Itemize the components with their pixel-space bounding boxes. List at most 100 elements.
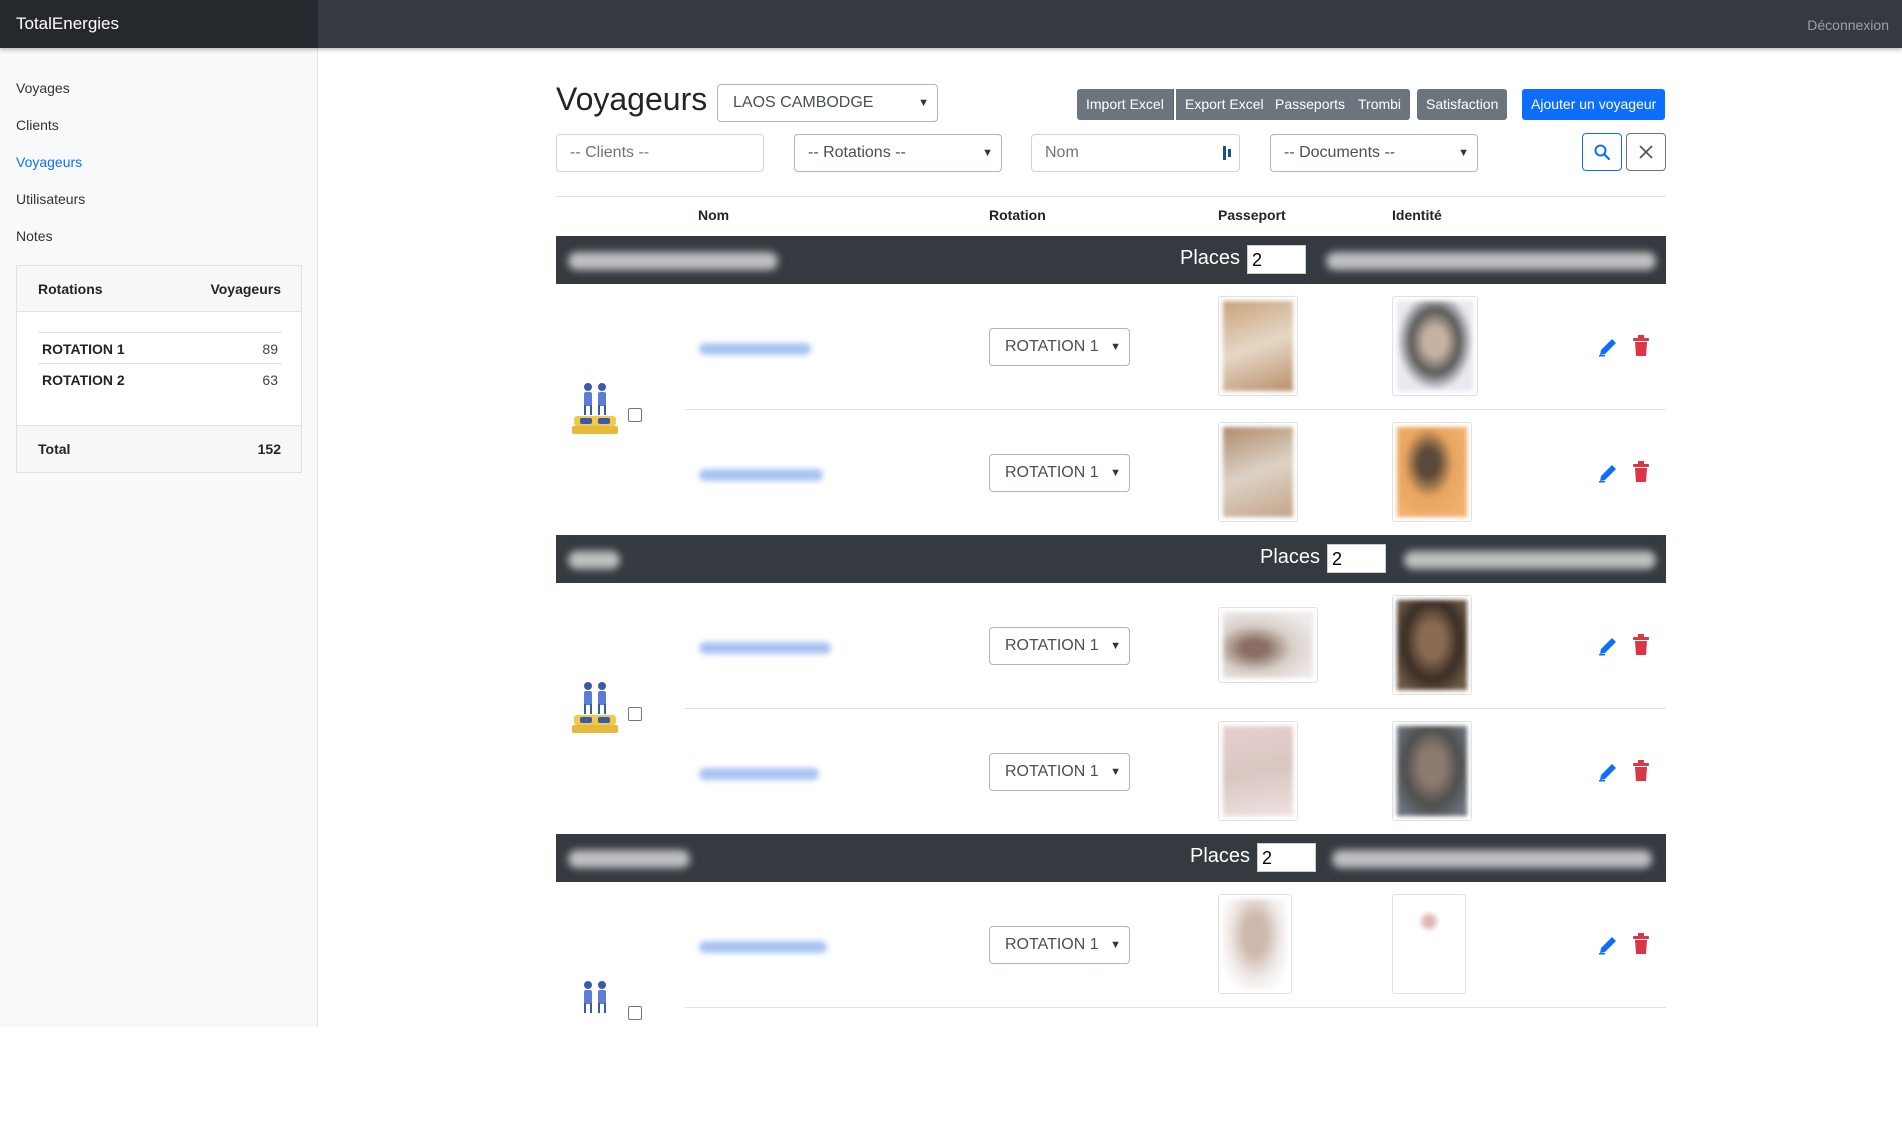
logout-link[interactable]: Déconnexion (1807, 0, 1889, 50)
room-icon (584, 981, 606, 1013)
trip-select-value: LAOS CAMBODGE (733, 94, 874, 111)
name-filter-input[interactable]: Nom (1031, 134, 1240, 172)
identity-photo[interactable] (1392, 595, 1472, 695)
col-identite: Identité (1392, 207, 1442, 223)
stats-col-rotations: Rotations (38, 281, 103, 297)
trash-icon[interactable] (1632, 760, 1650, 782)
places-input[interactable]: 2 (1327, 544, 1386, 573)
table-row[interactable] (685, 1007, 1666, 1132)
group-header: Places 2 (556, 535, 1666, 583)
passport-image (1223, 612, 1313, 678)
passport-image (1223, 427, 1293, 517)
group-header: Places 2 (556, 236, 1666, 284)
passport-image (1223, 726, 1293, 816)
edit-icon[interactable] (1597, 336, 1619, 358)
rotation-select[interactable]: ROTATION 1 ▼ (989, 926, 1130, 964)
stats-row: ROTATION 1 89 (38, 332, 282, 363)
satisfaction-button[interactable]: Satisfaction (1417, 89, 1508, 120)
traveller-name-link[interactable] (699, 642, 831, 654)
identity-image (1397, 726, 1467, 816)
identity-photo[interactable] (1392, 894, 1466, 994)
room-icon (572, 383, 618, 434)
rotations-stats-card: Rotations Voyageurs ROTATION 1 89 ROTATI… (16, 265, 302, 473)
identity-photo[interactable] (1392, 422, 1472, 522)
rotation-select[interactable]: ROTATION 1 ▼ (989, 627, 1130, 665)
passport-thumbnail[interactable] (1218, 607, 1318, 683)
rotation-select-value: ROTATION 1 (1005, 637, 1099, 654)
places-label: Places (1190, 845, 1251, 867)
passport-thumbnail[interactable] (1218, 721, 1298, 821)
stats-row: ROTATION 2 63 (38, 363, 282, 394)
identity-image (1397, 301, 1473, 391)
trip-select[interactable]: LAOS CAMBODGE ▼ (717, 84, 938, 122)
places-input[interactable]: 2 (1257, 843, 1316, 872)
traveller-name-link[interactable] (699, 941, 827, 953)
col-nom: Nom (698, 207, 730, 223)
identity-photo[interactable] (1392, 721, 1472, 821)
traveller-name-link[interactable] (699, 343, 811, 355)
rotation-select-value: ROTATION 1 (1005, 936, 1099, 953)
rotation-select[interactable]: ROTATION 1 ▼ (989, 454, 1130, 492)
sidebar-item-voyages[interactable]: Voyages (16, 70, 85, 107)
passport-thumbnail[interactable] (1218, 422, 1298, 522)
room-icon (572, 682, 618, 733)
clients-filter-input[interactable]: -- Clients -- (556, 134, 764, 172)
trash-icon[interactable] (1632, 634, 1650, 656)
chevron-down-icon: ▼ (918, 97, 929, 109)
rotations-filter-select[interactable]: -- Rotations -- ▼ (794, 134, 1002, 172)
trash-icon[interactable] (1632, 335, 1650, 357)
stats-row-value: 63 (262, 372, 278, 388)
chevron-down-icon: ▼ (1110, 341, 1121, 353)
chevron-down-icon: ▼ (1458, 147, 1469, 159)
rotation-select[interactable]: ROTATION 1 ▼ (989, 753, 1130, 791)
sidebar-item-notes[interactable]: Notes (16, 218, 85, 255)
group-checkbox[interactable] (628, 408, 642, 422)
documents-filter-select[interactable]: -- Documents -- ▼ (1270, 134, 1478, 172)
stats-row-name: ROTATION 2 (42, 372, 125, 388)
identity-photo[interactable] (1392, 296, 1478, 396)
stats-footer: Total 152 (17, 426, 301, 472)
trash-icon[interactable] (1632, 461, 1650, 483)
search-button[interactable] (1582, 133, 1622, 171)
passport-thumbnail[interactable] (1218, 894, 1292, 994)
trash-icon[interactable] (1632, 933, 1650, 955)
add-traveller-button[interactable]: Ajouter un voyageur (1522, 89, 1666, 120)
sidebar-nav: Voyages Clients Voyageurs Utilisateurs N… (16, 70, 85, 255)
sidebar-item-utilisateurs[interactable]: Utilisateurs (16, 181, 85, 218)
group-checkbox[interactable] (628, 1006, 642, 1020)
places-input[interactable]: 2 (1247, 245, 1306, 274)
sidebar: Voyages Clients Voyageurs Utilisateurs N… (0, 48, 318, 1027)
traveller-name-link[interactable] (699, 768, 819, 780)
chevron-down-icon: ▼ (1110, 640, 1121, 652)
sidebar-item-clients[interactable]: Clients (16, 107, 85, 144)
edit-icon[interactable] (1597, 761, 1619, 783)
clear-filters-button[interactable] (1626, 133, 1666, 171)
rotation-select-value: ROTATION 1 (1005, 464, 1099, 481)
trombi-button[interactable]: Trombi (1349, 89, 1411, 120)
passeports-button[interactable]: Passeports (1266, 89, 1356, 120)
passport-thumbnail[interactable] (1218, 296, 1298, 396)
brand-logo[interactable]: TotalEnergies (0, 0, 318, 48)
table-row[interactable]: ROTATION 1 ▼ (685, 708, 1666, 833)
edit-icon[interactable] (1597, 934, 1619, 956)
table-row[interactable]: ROTATION 1 ▼ (685, 882, 1666, 1007)
table-row[interactable]: ROTATION 1 ▼ (685, 409, 1666, 534)
stats-col-voyageurs: Voyageurs (210, 281, 281, 297)
redacted-client-name (568, 252, 778, 270)
table-row[interactable]: ROTATION 1 ▼ (685, 583, 1666, 708)
edit-icon[interactable] (1597, 635, 1619, 657)
chevron-down-icon: ▼ (1110, 467, 1121, 479)
stats-header: Rotations Voyageurs (17, 266, 301, 312)
chevron-down-icon: ▼ (1110, 766, 1121, 778)
import-excel-button[interactable]: Import Excel (1077, 89, 1174, 120)
group-checkbox[interactable] (628, 707, 642, 721)
rotation-select-value: ROTATION 1 (1005, 338, 1099, 355)
sidebar-item-voyageurs[interactable]: Voyageurs (16, 144, 85, 181)
rotation-select[interactable]: ROTATION 1 ▼ (989, 328, 1130, 366)
stats-row-name: ROTATION 1 (42, 341, 125, 357)
traveller-name-link[interactable] (699, 469, 823, 481)
table-row[interactable]: ROTATION 1 ▼ (685, 284, 1666, 409)
redacted-traveller-names (1332, 850, 1652, 868)
export-excel-button[interactable]: Export Excel (1176, 89, 1274, 120)
edit-icon[interactable] (1597, 462, 1619, 484)
